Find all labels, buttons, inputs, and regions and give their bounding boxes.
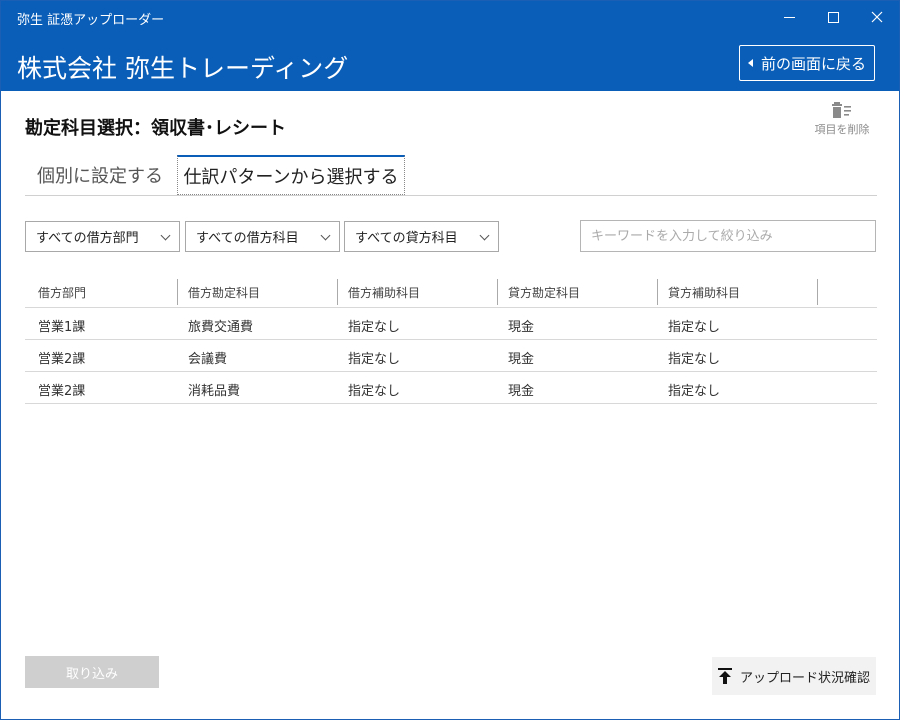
back-button[interactable]: 前の画面に戻る bbox=[739, 45, 875, 81]
import-button[interactable]: 取り込み bbox=[25, 656, 159, 688]
column-divider[interactable] bbox=[657, 279, 658, 305]
cell-credit-sub-account: 指定なし bbox=[668, 384, 721, 399]
credit-account-filter-select[interactable]: すべての貸方科目 bbox=[344, 221, 499, 252]
column-header-debit-sub-account[interactable]: 借方補助科目 bbox=[348, 284, 420, 301]
maximize-icon bbox=[827, 11, 839, 23]
chevron-left-icon bbox=[747, 59, 753, 67]
upload-status-label: アップロード状況確認 bbox=[739, 670, 870, 686]
column-header-credit-account[interactable]: 貸方勘定科目 bbox=[508, 284, 580, 301]
dept-filter-select[interactable]: すべての借方部門 bbox=[25, 221, 180, 252]
column-header-credit-sub-account[interactable]: 貸方補助科目 bbox=[668, 284, 740, 301]
delete-item-button[interactable]: 項目を削除 bbox=[807, 101, 877, 141]
chevron-down-icon bbox=[160, 230, 171, 241]
company-name: 株式会社 弥生トレーディング bbox=[17, 54, 349, 83]
cell-credit-account: 現金 bbox=[508, 320, 535, 335]
tab-individual[interactable]: 個別に設定する bbox=[25, 155, 177, 195]
keyword-search-input[interactable] bbox=[580, 220, 876, 252]
column-header-debit-dept[interactable]: 借方部門 bbox=[38, 284, 86, 301]
debit-account-filter-select[interactable]: すべての借方科目 bbox=[185, 221, 340, 252]
journal-pattern-table: 借方部門 借方勘定科目 借方補助科目 貸方勘定科目 貸方補助科目 営業1課 旅費… bbox=[25, 277, 877, 404]
window-title: 弥生 証憑アップローダー bbox=[17, 13, 165, 28]
maximize-button[interactable] bbox=[811, 1, 855, 33]
column-header-debit-account[interactable]: 借方勘定科目 bbox=[188, 284, 260, 301]
column-divider[interactable] bbox=[177, 279, 178, 305]
cell-debit-account: 会議費 bbox=[188, 352, 228, 367]
cell-debit-dept: 営業2課 bbox=[38, 384, 86, 399]
cell-debit-account: 消耗品費 bbox=[188, 384, 241, 399]
chevron-down-icon bbox=[479, 230, 490, 241]
minimize-icon bbox=[783, 16, 795, 18]
cell-debit-account: 旅費交通費 bbox=[188, 320, 254, 335]
cell-debit-sub-account: 指定なし bbox=[348, 320, 401, 335]
close-icon bbox=[871, 11, 883, 23]
credit-account-filter-value: すべての貸方科目 bbox=[355, 231, 458, 246]
cell-debit-sub-account: 指定なし bbox=[348, 352, 401, 367]
table-row[interactable]: 営業2課 会議費 指定なし 現金 指定なし bbox=[25, 340, 877, 372]
dept-filter-value: すべての借方部門 bbox=[36, 231, 139, 246]
cell-credit-sub-account: 指定なし bbox=[668, 320, 721, 335]
tab-journal-pattern[interactable]: 仕訳パターンから選択する bbox=[177, 155, 405, 195]
column-divider[interactable] bbox=[817, 279, 818, 305]
upload-icon bbox=[717, 668, 732, 684]
close-button[interactable] bbox=[855, 1, 899, 33]
column-divider[interactable] bbox=[497, 279, 498, 305]
page-title: 勘定科目選択：領収書･レシート bbox=[25, 118, 286, 139]
minimize-button[interactable] bbox=[767, 1, 811, 33]
app-header: 弥生 証憑アップローダー 株式会社 弥生トレーディング 前の画面に戻る bbox=[1, 1, 899, 91]
trash-icon bbox=[832, 102, 851, 118]
column-divider[interactable] bbox=[337, 279, 338, 305]
upload-status-button[interactable]: アップロード状況確認 bbox=[712, 657, 876, 695]
back-button-label: 前の画面に戻る bbox=[760, 54, 866, 73]
table-row[interactable]: 営業1課 旅費交通費 指定なし 現金 指定なし bbox=[25, 308, 877, 340]
table-header: 借方部門 借方勘定科目 借方補助科目 貸方勘定科目 貸方補助科目 bbox=[25, 277, 877, 308]
delete-item-label: 項目を削除 bbox=[814, 123, 870, 136]
debit-account-filter-value: すべての借方科目 bbox=[196, 231, 299, 246]
cell-debit-dept: 営業2課 bbox=[38, 352, 86, 367]
tab-bar: 個別に設定する 仕訳パターンから選択する bbox=[25, 155, 877, 196]
cell-debit-sub-account: 指定なし bbox=[348, 384, 401, 399]
cell-credit-account: 現金 bbox=[508, 352, 535, 367]
cell-debit-dept: 営業1課 bbox=[38, 320, 86, 335]
app-window: 弥生 証憑アップローダー 株式会社 弥生トレーディング 前の画面に戻る 勘定科目… bbox=[0, 0, 900, 720]
table-row[interactable]: 営業2課 消耗品費 指定なし 現金 指定なし bbox=[25, 372, 877, 404]
import-button-label: 取り込み bbox=[65, 666, 118, 682]
cell-credit-sub-account: 指定なし bbox=[668, 352, 721, 367]
chevron-down-icon bbox=[320, 230, 331, 241]
cell-credit-account: 現金 bbox=[508, 384, 535, 399]
